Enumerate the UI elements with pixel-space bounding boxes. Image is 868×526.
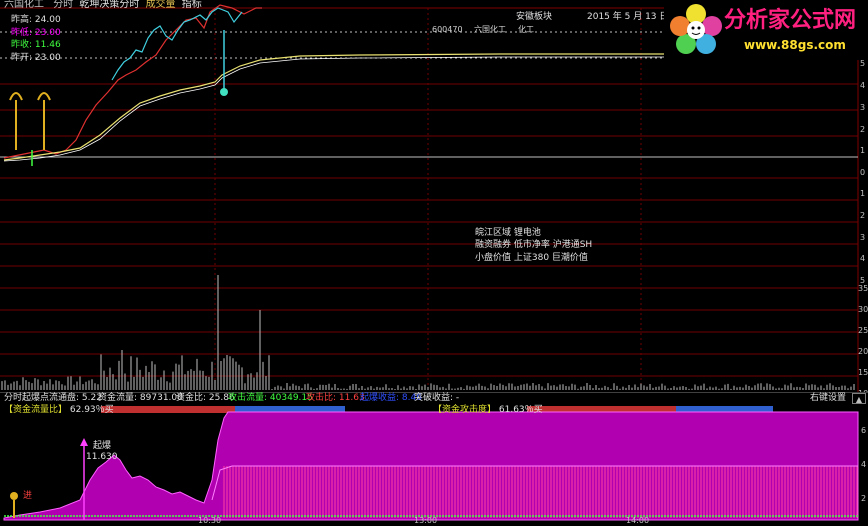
chart-date: 2015 年 5 月 13 日	[587, 12, 669, 22]
cyan-line	[111, 7, 243, 81]
price-axis-label: 3	[860, 103, 866, 112]
scroll-arrow-icon[interactable]: ▲	[852, 393, 866, 404]
lower-axis-6: 6	[861, 426, 867, 435]
chart-window: 六国化工 分时 乾坤决策分时 成交量 指标 昨高: 24.00 昨低: 23.0…	[0, 0, 868, 525]
price-axis-label: 4	[860, 254, 866, 263]
chart-canvas[interactable]	[0, 0, 868, 525]
lower-indicator-chart	[3, 406, 859, 521]
price-axis-label: 1	[860, 189, 866, 198]
float-shares: 流通盘: 5.22	[49, 393, 102, 403]
site-logo[interactable]: 分析家公式网 www.88gs.com	[664, 0, 868, 60]
signal-arrow-icon	[9, 92, 23, 101]
average-line	[3, 53, 664, 161]
volume-axis-label: 20	[858, 347, 868, 356]
prev-low: 昨低: 23.00	[11, 28, 61, 38]
flow-ratio-label: 【资金流量比】 62.93％买	[4, 405, 114, 415]
stock-sector: 化工	[518, 25, 534, 34]
horizontal-grid-lines	[0, 8, 858, 392]
indicator-bar: 分时起爆点 流通盘: 5.22 资金流量: 89731.00 资金比: 25.8…	[0, 392, 868, 405]
prev-high: 昨高: 24.00	[11, 15, 61, 25]
concept-line-2: 融资融券 低市净率 沪港通SH	[475, 240, 593, 250]
signal-arrow-icon	[37, 92, 51, 101]
volume-axis-label: 30	[858, 305, 868, 314]
trigger-label: 起爆	[93, 441, 112, 451]
trigger-arrow-icon	[80, 438, 88, 446]
price-axis-label: 2	[860, 211, 866, 220]
prev-open: 昨开: 23.00	[11, 53, 61, 63]
concept-line-3: 小盘价值 上证380 巨潮价值	[475, 253, 588, 263]
price-axis-label: 1	[860, 146, 866, 155]
rise-profit: 起爆收益: 8.46	[360, 393, 422, 403]
trigger-value: 11.630	[86, 452, 118, 462]
attack-ratio: 攻击比: 11.63	[306, 393, 365, 403]
price-axis-label: 2	[860, 125, 866, 134]
average-line-2	[3, 56, 664, 162]
prev-close: 昨收: 11.46	[11, 40, 61, 50]
stock-name[interactable]: 六国化工	[4, 0, 44, 10]
price-lines	[3, 4, 664, 162]
price-axis-label: 3	[860, 233, 866, 242]
attack-degree-label: 【资金攻击度】 61.63％买	[433, 405, 543, 415]
settings-button[interactable]: 右键设置	[810, 393, 846, 404]
fund-ratio: 资金比: 25.86	[176, 393, 235, 403]
indicator-label[interactable]: 指标	[182, 0, 202, 10]
flower-logo-icon	[670, 4, 722, 54]
logo-title: 分析家公式网	[724, 8, 857, 33]
indicator-name[interactable]: 乾坤决策分时	[79, 0, 139, 10]
price-axis-label: 5	[860, 59, 866, 68]
fund-flow: 资金流量: 89731.00	[98, 393, 183, 403]
attack-flow: 攻击流量: 40349.15	[228, 393, 313, 403]
region-board: 安徽板块	[516, 12, 553, 22]
cyan-signal-dot-icon	[220, 88, 228, 96]
lower-axis-4: 4	[861, 460, 867, 469]
volume-label[interactable]: 成交量	[146, 0, 176, 10]
volume-axis-label: 25	[858, 326, 868, 335]
stock-info-name: 六国化工	[474, 25, 506, 34]
enter-label: 进	[23, 491, 33, 501]
stock-code: 600470	[432, 25, 463, 34]
volume-axis-label: 35	[858, 284, 868, 293]
concept-line-1: 皖江区域 锂电池	[475, 228, 541, 238]
enter-signal-icon	[10, 492, 18, 500]
lower-axis-2: 2	[861, 494, 867, 503]
indicator-title[interactable]: 分时起爆点	[4, 393, 49, 404]
price-axis-label: 0	[860, 168, 866, 177]
volume-axis-label: 15	[858, 368, 868, 377]
breakout-profit: 突破收益: -	[414, 393, 460, 403]
logo-url: www.88gs.com	[744, 38, 846, 52]
price-axis-label: 4	[860, 81, 866, 90]
chart-mode[interactable]: 分时	[53, 0, 73, 10]
chart-header: 六国化工 分时 乾坤决策分时 成交量 指标	[4, 0, 202, 11]
